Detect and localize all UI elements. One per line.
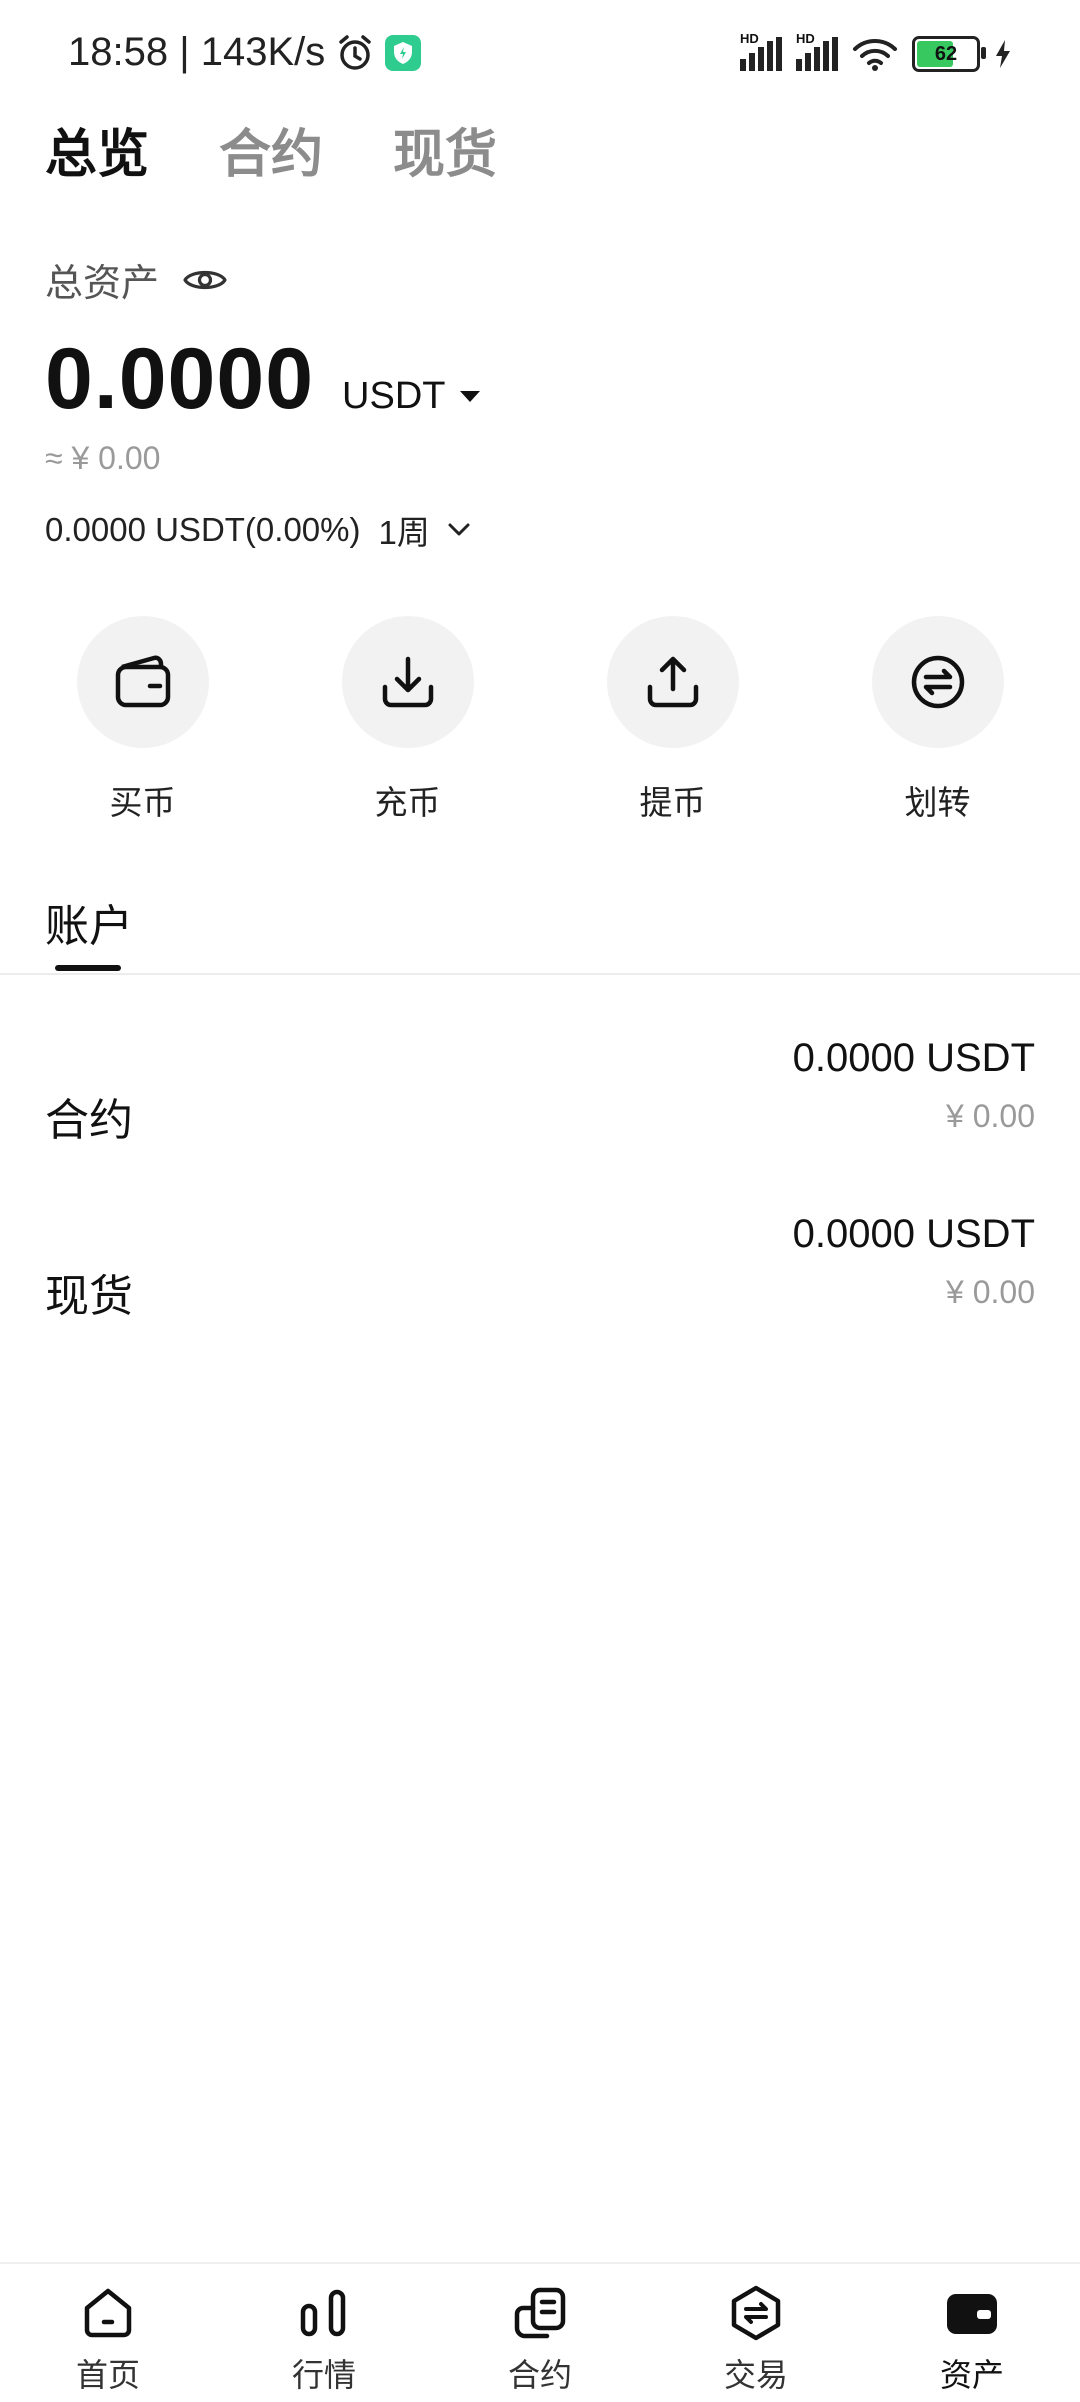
nav-label: 首页 bbox=[75, 2357, 140, 2393]
eye-icon[interactable] bbox=[183, 265, 227, 295]
status-time-speed: 18:58 | 143K/s bbox=[68, 30, 326, 74]
hd-label: HD bbox=[740, 31, 759, 46]
assets-icon bbox=[947, 2294, 997, 2334]
pnl-value: 0.0000 USDT(0.00%) bbox=[45, 511, 361, 548]
account-row-spot[interactable]: 现货 0.0000 USDT ¥ 0.00 bbox=[45, 1212, 1035, 1332]
withdraw-icon bbox=[647, 656, 698, 708]
status-left: 18:58 | 143K/s bbox=[68, 30, 422, 75]
quick-actions: 买币 充币 提币 划转 bbox=[0, 616, 1080, 824]
battery-level: 62 bbox=[934, 42, 958, 65]
action-label: 划转 bbox=[904, 784, 971, 821]
market-icon bbox=[300, 2289, 346, 2337]
nav-assets[interactable]: 资产 bbox=[897, 2264, 1047, 2402]
nav-trade[interactable]: 交易 bbox=[681, 2264, 831, 2402]
divider bbox=[0, 973, 1080, 975]
action-label: 买币 bbox=[109, 784, 176, 821]
balance-row: 0.0000 USDT bbox=[45, 330, 480, 429]
nav-label: 合约 bbox=[507, 2357, 572, 2393]
nav-label: 行情 bbox=[291, 2357, 356, 2393]
tab-overview[interactable]: 总览 bbox=[45, 112, 149, 187]
status-bar: 18:58 | 143K/s HD HD 62 bbox=[0, 0, 1080, 110]
total-assets-label: 总资产 bbox=[45, 263, 160, 305]
action-circle bbox=[76, 616, 209, 748]
nav-market[interactable]: 行情 bbox=[249, 2264, 399, 2402]
deposit-button[interactable]: 充币 bbox=[318, 616, 498, 824]
account-cny: ¥ 0.00 bbox=[946, 1274, 1035, 1310]
approx-cny: ≈ ¥ 0.00 bbox=[45, 440, 161, 476]
deposit-icon bbox=[382, 656, 433, 708]
nav-home[interactable]: 首页 bbox=[33, 2264, 183, 2402]
signal-icon: HD bbox=[796, 31, 838, 71]
total-balance: 0.0000 bbox=[45, 331, 315, 427]
wifi-icon bbox=[853, 39, 897, 71]
pnl-period: 1周 bbox=[378, 514, 430, 551]
buy-crypto-button[interactable]: 买币 bbox=[53, 616, 233, 824]
wallet-icon bbox=[115, 655, 170, 708]
transfer-button[interactable]: 划转 bbox=[848, 616, 1028, 824]
status-right: HD HD 62 bbox=[740, 31, 1012, 72]
security-app-icon bbox=[385, 34, 422, 71]
action-circle bbox=[341, 616, 474, 748]
account-amount: 0.0000 USDT bbox=[792, 1212, 1035, 1256]
action-circle bbox=[871, 616, 1004, 748]
nav-label: 资产 bbox=[939, 2357, 1004, 2393]
bottom-nav: 首页 行情 合约 交易 资产 bbox=[0, 2262, 1080, 2402]
tab-spot[interactable]: 现货 bbox=[393, 112, 497, 187]
account-amount: 0.0000 USDT bbox=[792, 1036, 1035, 1080]
currency-selector[interactable]: USDT bbox=[342, 375, 480, 418]
currency-label: USDT bbox=[342, 375, 446, 417]
account-row-contract[interactable]: 合约 0.0000 USDT ¥ 0.00 bbox=[45, 1036, 1035, 1156]
account-name: 现货 bbox=[45, 1272, 133, 1321]
caret-down-icon bbox=[459, 391, 480, 402]
withdraw-button[interactable]: 提币 bbox=[583, 616, 763, 824]
trade-icon bbox=[731, 2285, 781, 2341]
tab-accounts[interactable]: 账户 bbox=[45, 890, 133, 954]
chevron-down-icon bbox=[448, 523, 470, 536]
alarm-icon bbox=[339, 34, 371, 70]
charging-icon bbox=[996, 40, 1010, 68]
action-circle bbox=[606, 616, 739, 748]
signal-icon: HD bbox=[740, 31, 782, 71]
hd-label: HD bbox=[796, 31, 815, 46]
top-tabs: 总览 合约 现货 bbox=[45, 112, 497, 187]
pnl-period-selector[interactable]: 0.0000 USDT(0.00%) 1周 bbox=[45, 506, 470, 554]
total-assets-header: 总资产 bbox=[45, 252, 227, 307]
transfer-icon bbox=[911, 655, 964, 709]
contract-icon bbox=[514, 2287, 566, 2339]
nav-label: 交易 bbox=[723, 2357, 788, 2393]
account-cny: ¥ 0.00 bbox=[946, 1098, 1035, 1134]
action-label: 充币 bbox=[374, 784, 441, 821]
active-tab-indicator bbox=[55, 965, 121, 971]
tab-contract[interactable]: 合约 bbox=[219, 112, 323, 187]
home-icon bbox=[84, 2288, 132, 2338]
account-name: 合约 bbox=[45, 1096, 133, 1145]
action-label: 提币 bbox=[639, 784, 706, 821]
nav-contract[interactable]: 合约 bbox=[465, 2264, 615, 2402]
battery-icon: 62 bbox=[912, 36, 986, 72]
